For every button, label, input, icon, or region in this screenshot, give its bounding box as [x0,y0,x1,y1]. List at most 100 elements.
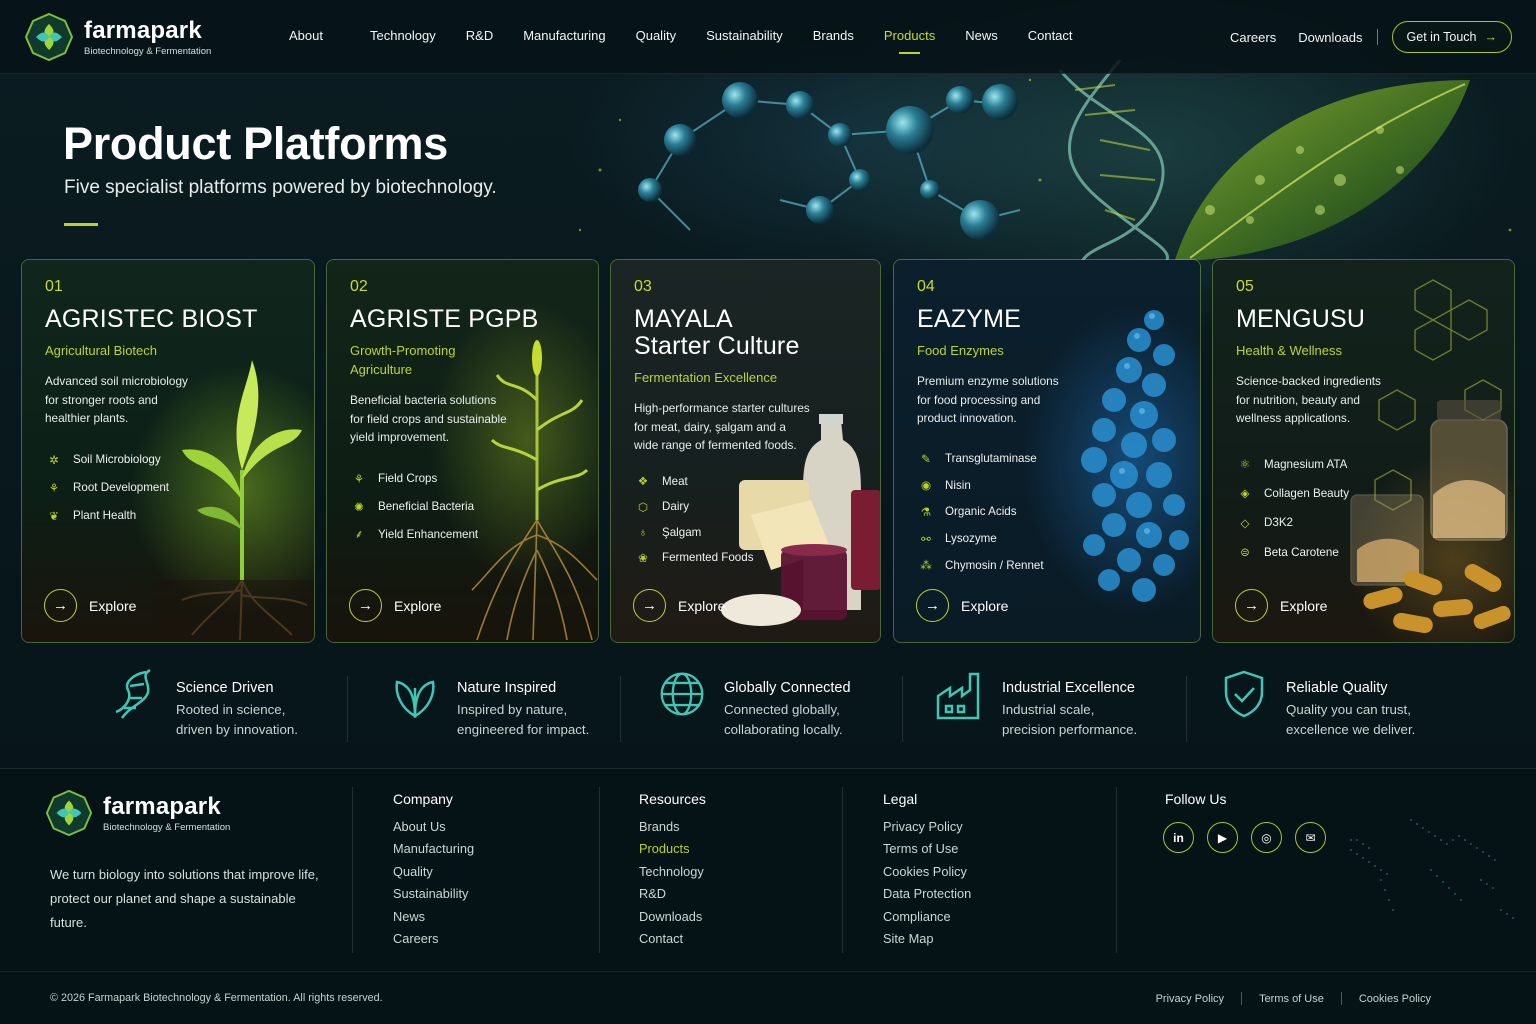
nav-brands[interactable]: Brands [813,28,854,43]
card-category: Health & Wellness [1236,343,1342,358]
explore-button[interactable]: → Explore [1235,589,1327,622]
meat-icon: ❖ [637,475,649,489]
brand-logo[interactable]: farmapark Biotechnology & Fermentation [24,12,211,62]
card-description-line: Beneficial bacteria solutions [350,393,497,407]
explore-button[interactable]: → Explore [633,589,725,622]
footer-link[interactable]: About Us [393,816,474,838]
value-text-line: collaborating locally. [724,722,843,737]
nav-contact[interactable]: Contact [1028,28,1073,43]
logo-icon [24,12,74,62]
nav-about[interactable]: About [289,28,323,43]
card-category: Agricultural Biotech [45,343,157,358]
product-card-eazyme[interactable]: 04 EAZYME Food Enzymes Premium enzyme so… [893,259,1201,643]
get-in-touch-button[interactable]: Get in Touch → [1391,21,1512,53]
card-description-line: healthier plants. [45,411,129,425]
arrow-right-icon: → [1235,589,1268,622]
footer-link[interactable]: News [393,906,474,928]
nav-downloads[interactable]: Downloads [1298,30,1362,45]
value-text-line: Connected globally, [724,702,840,717]
value-text-line: Industrial scale, [1002,702,1095,717]
footer-link[interactable]: Sustainability [393,883,474,905]
footer-link[interactable]: Privacy Policy [883,816,971,838]
nav-products[interactable]: Products [884,28,935,54]
feature-label: Root Development [73,481,170,494]
footer-link-active[interactable]: Products [639,838,706,860]
value-title: Reliable Quality [1286,680,1388,696]
footer-brand-logo[interactable]: farmapark Biotechnology & Fermentation [45,789,230,837]
nav-news[interactable]: News [965,28,998,43]
feature-list: ✲ Soil Microbiology ⚘ Root Development ❦ Pl… [45,446,291,530]
footer-resources-column: Resources Brands Products Technology R&D… [639,789,706,950]
feature-item: ⁂ Chymosin / Rennet [917,552,1177,579]
footer-heading: Company [393,791,453,807]
nav-sustainability[interactable]: Sustainability [706,28,783,43]
footer-brand-tagline: Biotechnology & Fermentation [103,821,231,833]
footer-link[interactable]: Contact [639,928,706,950]
value-divider [347,676,348,742]
card-title: MAYALA Starter Culture [634,306,857,360]
footer-link[interactable]: Careers [393,928,474,950]
explore-button[interactable]: → Explore [916,589,1008,622]
feature-item: ❀ Fermented Foods [634,545,857,571]
instagram-icon[interactable]: ◎ [1251,822,1282,853]
nav-rnd[interactable]: R&D [466,28,493,43]
feature-item: ♁ Şalgam [634,520,857,546]
value-title: Science Driven [176,680,274,696]
footer-heading: Follow Us [1165,791,1227,807]
explore-button[interactable]: → Explore [44,589,136,622]
footer-link[interactable]: Technology [639,861,706,883]
arrow-right-icon: → [44,589,77,622]
card-number: 05 [1236,278,1254,295]
sun-drop-icon: ◇ [1240,516,1250,530]
explore-label: Explore [1280,597,1328,614]
footer-link[interactable]: Quality [393,861,474,883]
footer-follow-column: Follow Us [1165,789,1226,816]
product-card-agristec-biost[interactable]: 01 AGRISTEC BIOST Agricultural Biotech A… [21,259,315,643]
bottom-link-cookies[interactable]: Cookies Policy [1359,993,1431,1005]
bottom-link-terms[interactable]: Terms of Use [1259,993,1324,1005]
footer-link[interactable]: Cookies Policy [883,861,971,883]
feature-label: Chymosin / Rennet [945,558,1044,572]
card-title: AGRISTEC BIOST [45,305,258,333]
mail-icon[interactable]: ✉ [1295,822,1326,853]
footer-link[interactable]: Terms of Use [883,838,971,860]
card-description-line: for stronger roots and [45,392,158,407]
card-title: EAZYME [917,305,1021,333]
product-card-agriste-pgpb[interactable]: 02 AGRISTE PGPB Growth-Promoting Agricul… [326,259,599,643]
card-number: 04 [917,278,935,295]
footer-link[interactable]: Compliance [883,906,971,928]
nav-technology[interactable]: Technology [370,28,436,43]
explore-button[interactable]: → Explore [349,589,441,622]
product-card-mayala[interactable]: 03 MAYALA Starter Culture Fermentation E… [610,259,881,643]
wheat-icon: ⸙ [354,528,364,541]
nav-careers[interactable]: Careers [1230,30,1276,45]
product-card-mengusu[interactable]: 05 MENGUSU Health & Wellness Science-bac… [1212,259,1515,643]
value-text-line: Quality you can trust, [1286,702,1411,717]
shield-drop-icon: ◉ [920,479,932,493]
card-description: Science-backed ingredients for nutrition… [1236,372,1491,428]
bottom-link-privacy[interactable]: Privacy Policy [1156,993,1224,1005]
card-description-line: wide range of fermented foods. [634,438,797,452]
footer-link[interactable]: R&D [639,883,706,905]
footer-link[interactable]: Brands [639,816,706,838]
linkedin-icon[interactable]: in [1163,822,1194,853]
card-description-line: wellness applications. [1236,411,1351,425]
nav-manufacturing[interactable]: Manufacturing [523,28,605,43]
footer-link[interactable]: Manufacturing [393,838,474,860]
footer-link[interactable]: Site Map [883,928,971,950]
footer-link[interactable]: Downloads [639,906,706,928]
value-text: Rooted in science, driven by innovation. [176,700,298,740]
nav-right: Careers Downloads Get in Touch → [1230,21,1512,53]
footer: farmapark Biotechnology & Fermentation W… [0,768,1536,1024]
card-description-line: yield improvement. [350,430,450,444]
footer-link[interactable]: Data Protection [883,883,971,905]
feature-label: Transglutaminase [945,452,1037,466]
copyright: © 2026 Farmapark Biotechnology & Ferment… [50,992,383,1004]
footer-divider [1116,787,1117,953]
nav-quality[interactable]: Quality [636,28,676,43]
feature-item: ⚛ Magnesium ATA [1236,450,1491,479]
youtube-icon[interactable]: ▶ [1207,822,1238,853]
top-navigation-bar: farmapark Biotechnology & Fermentation A… [0,0,1536,74]
page: farmapark Biotechnology & Fermentation A… [0,0,1536,1024]
value-text: Quality you can trust, excellence we deli… [1286,700,1415,740]
